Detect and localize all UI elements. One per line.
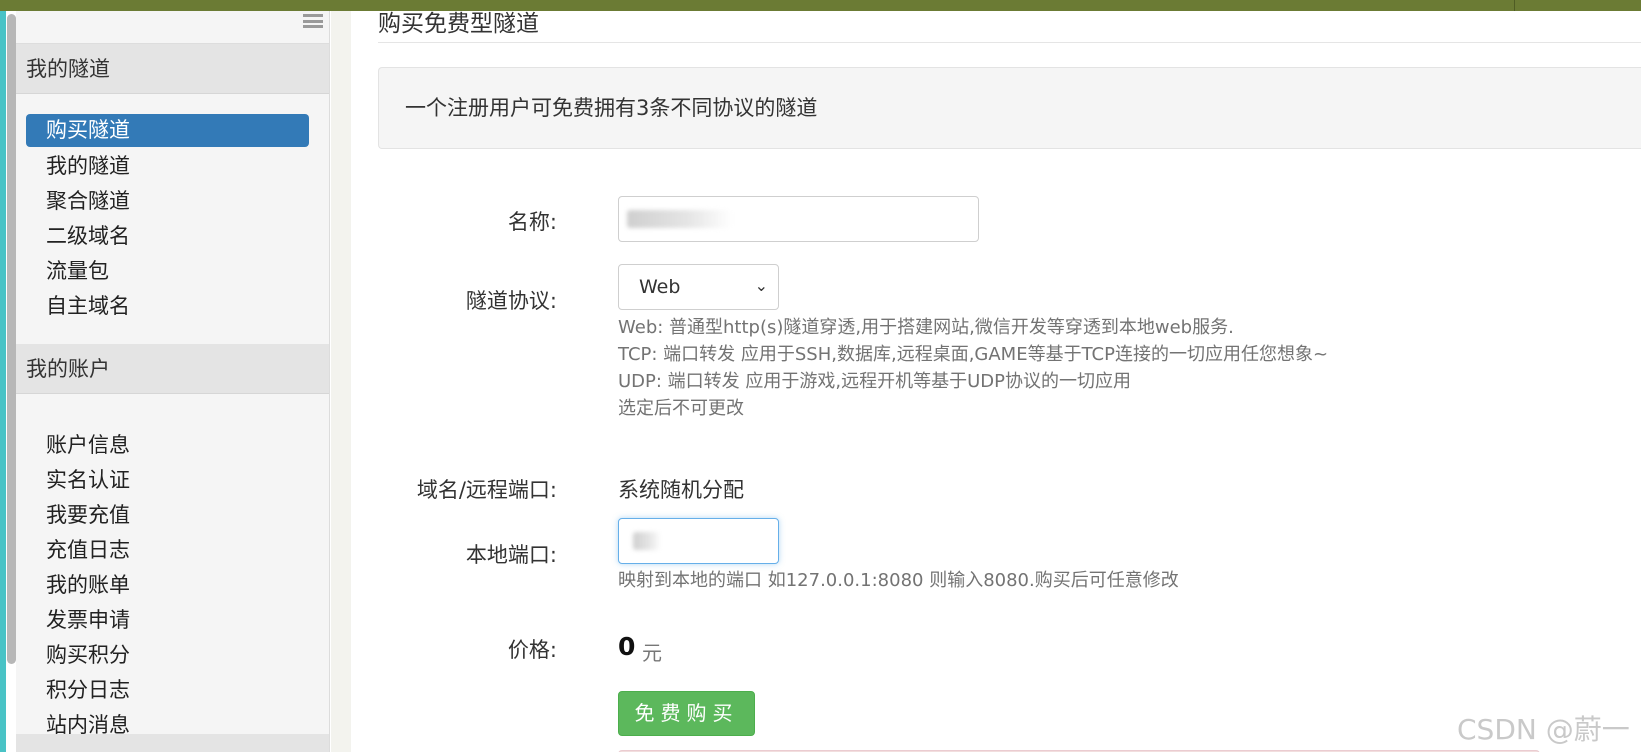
main-content: 购买免费型隧道 一个注册用户可免费拥有3条不同协议的隧道 名称: 隧道协议: W… xyxy=(378,11,1641,752)
sidebar-top xyxy=(16,11,329,44)
sidebar-item-invoice[interactable]: 发票申请 xyxy=(26,603,309,638)
sidebar-item-account-info[interactable]: 账户信息 xyxy=(26,428,309,463)
sidebar-item-subdomain[interactable]: 二级域名 xyxy=(26,219,309,254)
sidebar-header-my-account: 我的账户 xyxy=(16,344,329,394)
price-label: 价格: xyxy=(507,638,557,662)
local-port-input[interactable] xyxy=(618,518,779,564)
chevron-down-icon: ⌄ xyxy=(754,276,768,295)
free-buy-button[interactable]: 免费购买 xyxy=(618,691,755,736)
sidebar-item-recharge-log[interactable]: 充值日志 xyxy=(26,533,309,568)
watermark: CSDN @蔚一 xyxy=(1457,713,1630,746)
price-unit: 元 xyxy=(642,641,662,665)
sidebar-scrollbar[interactable] xyxy=(7,14,16,664)
sidebar-item-aggregate-tunnels[interactable]: 聚合隧道 xyxy=(26,184,309,219)
sidebar-item-recharge[interactable]: 我要充值 xyxy=(26,498,309,533)
account-nav: 账户信息 实名认证 我要充值 充值日志 我的账单 发票申请 购买积分 积分日志 … xyxy=(16,394,329,752)
sidebar-item-traffic-pack[interactable]: 流量包 xyxy=(26,254,309,289)
sidebar-item-real-name[interactable]: 实名认证 xyxy=(26,463,309,498)
protocol-help-tcp: TCP: 端口转发 应用于SSH,数据库,远程桌面,GAME等基于TCP连接的一… xyxy=(618,344,1329,365)
protocol-help-udp: UDP: 端口转发 应用于游戏,远程开机等基于UDP协议的一切应用 xyxy=(618,371,1132,392)
redacted-name xyxy=(627,210,732,228)
top-bar-divider xyxy=(1514,0,1515,11)
window-left-accent xyxy=(0,11,6,752)
top-bar xyxy=(0,0,1641,11)
domain-value: 系统随机分配 xyxy=(618,478,744,502)
name-label: 名称: xyxy=(507,210,557,234)
sidebar-item-points-log[interactable]: 积分日志 xyxy=(26,673,309,708)
content-gutter xyxy=(331,11,351,752)
protocol-help-note: 选定后不可更改 xyxy=(618,398,744,419)
notice-well: 一个注册用户可免费拥有3条不同协议的隧道 xyxy=(378,67,1641,149)
domain-label: 域名/远程端口: xyxy=(416,478,557,502)
menu-icon[interactable] xyxy=(303,14,323,28)
protocol-label: 隧道协议: xyxy=(465,289,557,313)
protocol-selected-value: Web xyxy=(639,276,681,298)
sidebar-header-my-tunnels: 我的隧道 xyxy=(16,44,329,94)
sidebar-item-my-tunnels[interactable]: 我的隧道 xyxy=(26,149,309,184)
protocol-select[interactable]: Web ⌄ xyxy=(618,264,779,310)
price-value: 0 xyxy=(618,632,636,661)
sidebar-item-custom-domain[interactable]: 自主域名 xyxy=(26,289,309,324)
local-port-help: 映射到本地的端口 如127.0.0.1:8080 则输入8080.购买后可任意修… xyxy=(618,570,1179,591)
sidebar-item-my-bills[interactable]: 我的账单 xyxy=(26,568,309,603)
sidebar-item-buy-points[interactable]: 购买积分 xyxy=(26,638,309,673)
title-divider xyxy=(378,42,1641,43)
sidebar: 我的隧道 购买隧道 我的隧道 聚合隧道 二级域名 流量包 自主域名 我的账户 账… xyxy=(16,11,330,752)
sidebar-item-buy-tunnel[interactable]: 购买隧道 xyxy=(26,114,309,147)
tunnel-nav: 购买隧道 我的隧道 聚合隧道 二级域名 流量包 自主域名 xyxy=(16,94,329,344)
protocol-help-web: Web: 普通型http(s)隧道穿透,用于搭建网站,微信开发等穿透到本地web… xyxy=(618,317,1234,338)
redacted-port xyxy=(633,532,661,550)
page-title: 购买免费型隧道 xyxy=(378,11,539,37)
sidebar-footer xyxy=(16,734,329,752)
local-port-label: 本地端口: xyxy=(465,543,557,567)
name-input[interactable] xyxy=(618,196,979,242)
